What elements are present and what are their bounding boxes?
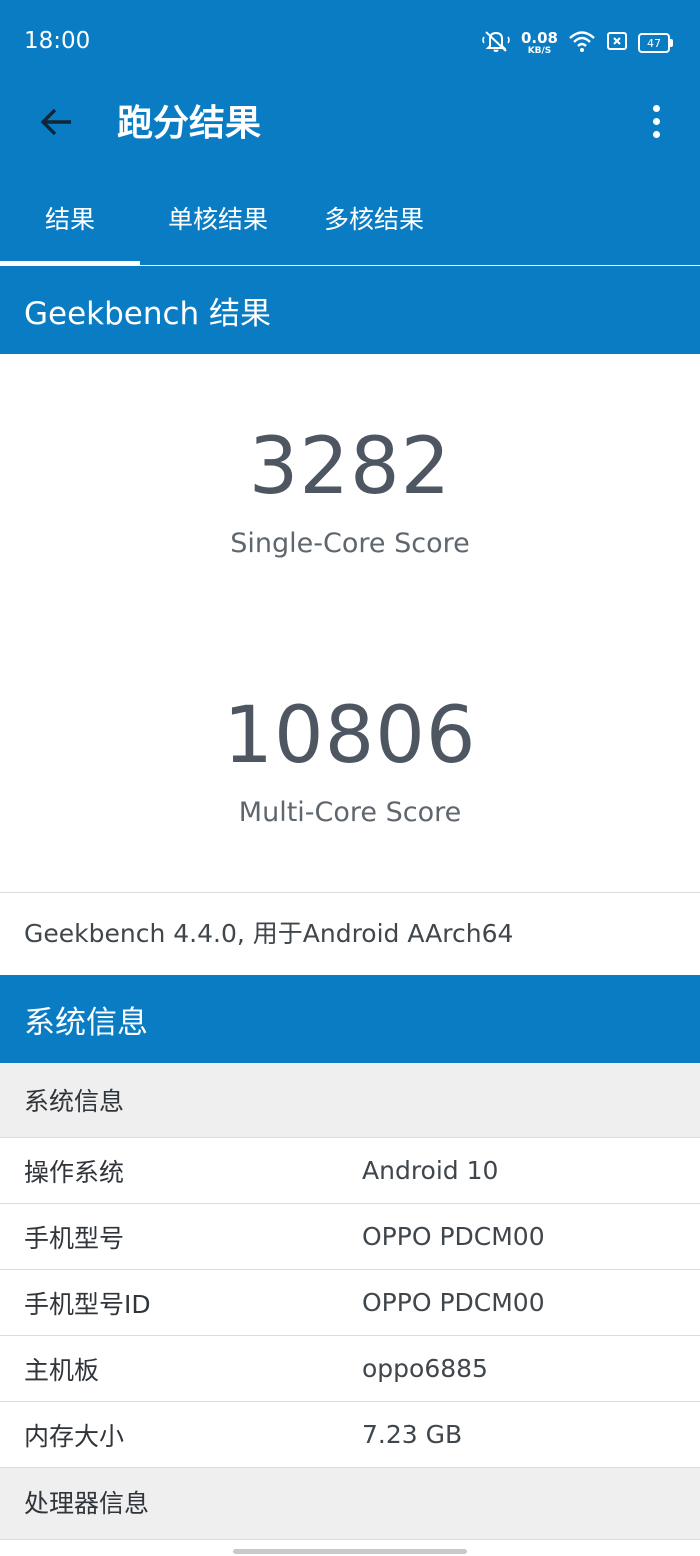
tab-indicator <box>0 261 140 265</box>
single-core-score: 3282 <box>248 422 452 512</box>
app-bar: 跑分结果 <box>0 86 700 170</box>
net-speed: 0.08 KB/S <box>520 28 558 56</box>
net-speed-value: 0.08 <box>520 28 558 47</box>
info-key: 手机型号ID <box>24 1289 151 1319</box>
back-button[interactable] <box>34 100 78 144</box>
single-core-label: Single-Core Score <box>230 528 470 559</box>
home-indicator[interactable] <box>233 1549 467 1554</box>
more-options-button[interactable] <box>638 96 674 146</box>
system-info-section-header: 系统信息 <box>0 975 700 1063</box>
system-info-subheader: 系统信息 <box>0 1063 700 1138</box>
status-bar: 18:00 0.08 KB/S 47 <box>0 0 700 86</box>
battery-level: 47 <box>647 36 661 50</box>
processor-info-subheader-label: 处理器信息 <box>24 1489 150 1518</box>
net-speed-unit: KB/S <box>527 45 552 56</box>
info-value: 7.23 GB <box>362 1420 463 1449</box>
tab-multi-core[interactable]: 多核结果 <box>303 170 445 265</box>
version-info: Geekbench 4.4.0, 用于Android AArch64 <box>24 919 514 948</box>
info-value: oppo6885 <box>362 1354 488 1383</box>
info-row-model: 手机型号 OPPO PDCM00 <box>0 1204 700 1270</box>
info-row-motherboard: 主机板 oppo6885 <box>0 1336 700 1402</box>
info-key: 主机板 <box>24 1355 100 1385</box>
more-vertical-icon <box>652 104 660 112</box>
tab-single-core[interactable]: 单核结果 <box>147 170 289 265</box>
multi-core-score: 10806 <box>223 691 477 781</box>
multi-core-score-block: 10806 Multi-Core Score <box>0 697 700 828</box>
processor-info-subheader: 处理器信息 <box>0 1468 700 1540</box>
tab-results[interactable]: 结果 <box>0 170 140 265</box>
sim-card-icon <box>606 31 628 55</box>
wifi-icon <box>568 29 596 57</box>
tab-bar: 结果 单核结果 多核结果 <box>0 170 700 265</box>
status-icons: 0.08 KB/S 47 <box>481 28 673 58</box>
status-time: 18:00 <box>24 28 91 54</box>
info-value: Android 10 <box>362 1156 499 1185</box>
info-value: OPPO PDCM00 <box>362 1222 545 1251</box>
info-key: 内存大小 <box>24 1421 125 1451</box>
info-row-model-id: 手机型号ID OPPO PDCM00 <box>0 1270 700 1336</box>
info-row-os: 操作系统 Android 10 <box>0 1138 700 1204</box>
back-arrow-icon <box>40 108 71 136</box>
more-dot <box>652 117 660 125</box>
divider <box>0 892 700 893</box>
geekbench-header-label: Geekbench 结果 <box>24 295 272 332</box>
page-title: 跑分结果 <box>117 103 262 144</box>
multi-core-label: Multi-Core Score <box>238 797 462 828</box>
info-row-memory: 内存大小 7.23 GB <box>0 1402 700 1468</box>
geekbench-section-header: Geekbench 结果 <box>0 266 700 354</box>
info-key: 操作系统 <box>24 1157 125 1187</box>
info-key: 手机型号 <box>24 1223 125 1253</box>
system-info-header-label: 系统信息 <box>24 1004 148 1041</box>
info-value: OPPO PDCM00 <box>362 1288 545 1317</box>
system-info-subheader-label: 系统信息 <box>24 1087 125 1116</box>
single-core-score-block: 3282 Single-Core Score <box>0 428 700 559</box>
mute-bell-icon <box>481 28 511 58</box>
more-dot <box>652 130 660 138</box>
battery-icon: 47 <box>638 33 673 53</box>
